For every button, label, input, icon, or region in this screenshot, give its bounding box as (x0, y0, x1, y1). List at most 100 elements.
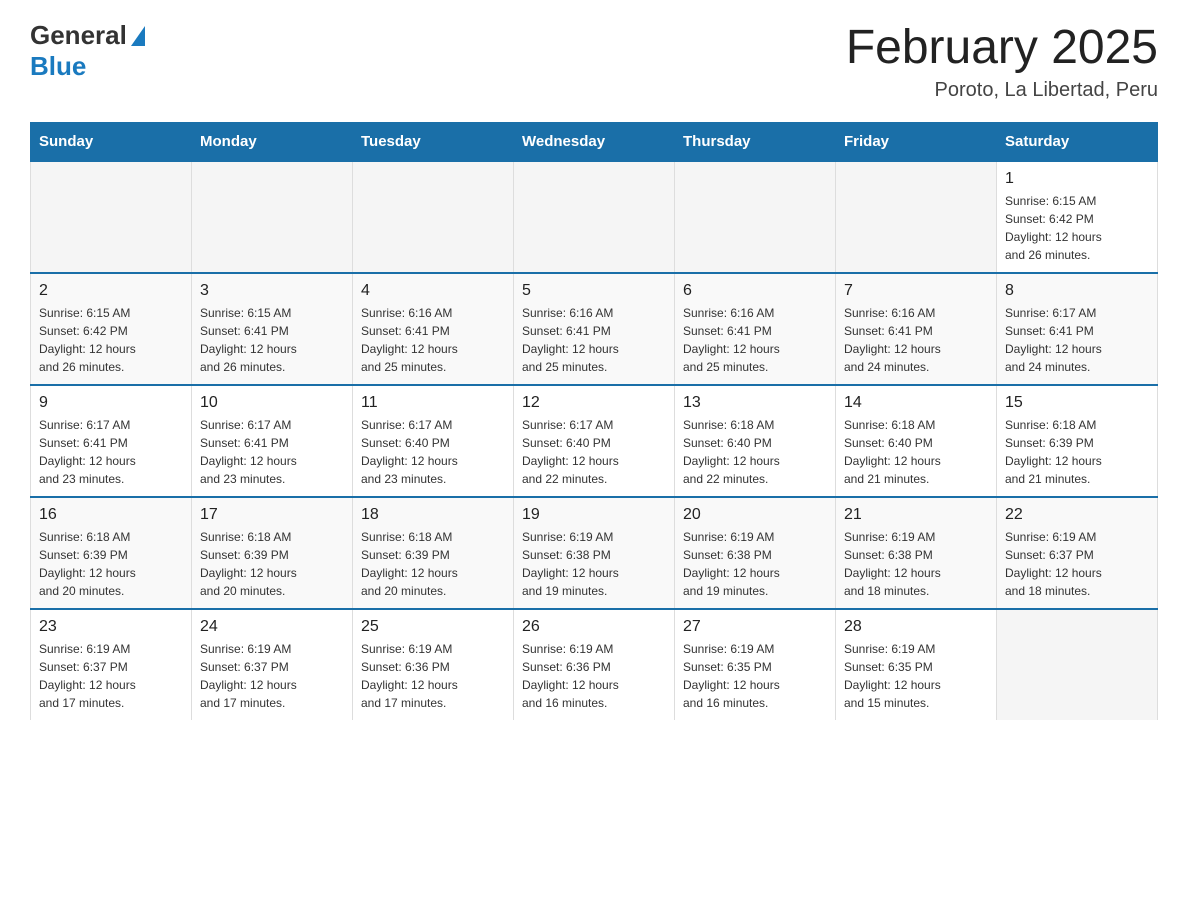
calendar-cell: 6 Sunrise: 6:16 AM Sunset: 6:41 PM Daylig… (675, 273, 836, 385)
day-number: 3 (200, 282, 344, 300)
day-info: Sunrise: 6:15 AM Sunset: 6:41 PM Dayligh… (200, 304, 344, 376)
calendar-cell: 15 Sunrise: 6:18 AM Sunset: 6:39 PM Dayli… (997, 385, 1158, 497)
calendar-cell: 11 Sunrise: 6:17 AM Sunset: 6:40 PM Dayli… (353, 385, 514, 497)
day-number: 8 (1005, 282, 1149, 300)
day-number: 26 (522, 618, 666, 636)
day-number: 11 (361, 394, 505, 412)
weekday-header-friday: Friday (836, 123, 997, 162)
day-info: Sunrise: 6:15 AM Sunset: 6:42 PM Dayligh… (39, 304, 183, 376)
title-section: February 2025 Poroto, La Libertad, Peru (846, 20, 1158, 102)
calendar-week-row: 1Sunrise: 6:15 AM Sunset: 6:42 PM Daylig… (31, 161, 1158, 273)
weekday-header-monday: Monday (192, 123, 353, 162)
day-info: Sunrise: 6:19 AM Sunset: 6:37 PM Dayligh… (1005, 528, 1149, 600)
calendar-cell (353, 161, 514, 273)
logo: General Blue (30, 20, 147, 82)
day-info: Sunrise: 6:17 AM Sunset: 6:40 PM Dayligh… (361, 416, 505, 488)
day-number: 14 (844, 394, 988, 412)
day-number: 28 (844, 618, 988, 636)
calendar-cell: 14 Sunrise: 6:18 AM Sunset: 6:40 PM Dayli… (836, 385, 997, 497)
day-info: Sunrise: 6:17 AM Sunset: 6:41 PM Dayligh… (39, 416, 183, 488)
calendar-cell: 13 Sunrise: 6:18 AM Sunset: 6:40 PM Dayli… (675, 385, 836, 497)
calendar-cell: 7Sunrise: 6:16 AM Sunset: 6:41 PM Daylig… (836, 273, 997, 385)
day-info: Sunrise: 6:19 AM Sunset: 6:36 PM Dayligh… (522, 640, 666, 712)
weekday-header-wednesday: Wednesday (514, 123, 675, 162)
calendar-cell (31, 161, 192, 273)
page-header: General Blue February 2025 Poroto, La Li… (30, 20, 1158, 102)
day-info: Sunrise: 6:18 AM Sunset: 6:40 PM Dayligh… (683, 416, 827, 488)
logo-triangle-icon (131, 26, 145, 46)
weekday-header-saturday: Saturday (997, 123, 1158, 162)
day-number: 17 (200, 506, 344, 524)
day-number: 19 (522, 506, 666, 524)
calendar-cell (514, 161, 675, 273)
calendar-cell (192, 161, 353, 273)
day-number: 18 (361, 506, 505, 524)
calendar-cell: 26 Sunrise: 6:19 AM Sunset: 6:36 PM Dayli… (514, 609, 675, 720)
day-info: Sunrise: 6:19 AM Sunset: 6:38 PM Dayligh… (683, 528, 827, 600)
day-number: 15 (1005, 394, 1149, 412)
day-info: Sunrise: 6:19 AM Sunset: 6:38 PM Dayligh… (844, 528, 988, 600)
day-info: Sunrise: 6:19 AM Sunset: 6:36 PM Dayligh… (361, 640, 505, 712)
day-number: 20 (683, 506, 827, 524)
day-number: 24 (200, 618, 344, 636)
day-number: 6 (683, 282, 827, 300)
calendar-cell: 2 Sunrise: 6:15 AM Sunset: 6:42 PM Daylig… (31, 273, 192, 385)
month-title: February 2025 (846, 20, 1158, 75)
calendar-cell: 18 Sunrise: 6:18 AM Sunset: 6:39 PM Dayli… (353, 497, 514, 609)
day-info: Sunrise: 6:18 AM Sunset: 6:39 PM Dayligh… (1005, 416, 1149, 488)
calendar-cell: 17 Sunrise: 6:18 AM Sunset: 6:39 PM Dayli… (192, 497, 353, 609)
calendar-cell: 9 Sunrise: 6:17 AM Sunset: 6:41 PM Daylig… (31, 385, 192, 497)
calendar-cell (836, 161, 997, 273)
logo-blue-text: Blue (30, 51, 86, 82)
day-info: Sunrise: 6:18 AM Sunset: 6:39 PM Dayligh… (361, 528, 505, 600)
day-number: 1 (1005, 170, 1149, 188)
day-number: 25 (361, 618, 505, 636)
calendar-cell: 1Sunrise: 6:15 AM Sunset: 6:42 PM Daylig… (997, 161, 1158, 273)
day-info: Sunrise: 6:17 AM Sunset: 6:41 PM Dayligh… (200, 416, 344, 488)
calendar-cell: 16Sunrise: 6:18 AM Sunset: 6:39 PM Dayli… (31, 497, 192, 609)
day-number: 27 (683, 618, 827, 636)
calendar-table: SundayMondayTuesdayWednesdayThursdayFrid… (30, 122, 1158, 720)
day-info: Sunrise: 6:19 AM Sunset: 6:37 PM Dayligh… (39, 640, 183, 712)
day-number: 9 (39, 394, 183, 412)
day-info: Sunrise: 6:16 AM Sunset: 6:41 PM Dayligh… (522, 304, 666, 376)
day-info: Sunrise: 6:17 AM Sunset: 6:40 PM Dayligh… (522, 416, 666, 488)
day-number: 23 (39, 618, 183, 636)
calendar-cell: 25 Sunrise: 6:19 AM Sunset: 6:36 PM Dayli… (353, 609, 514, 720)
day-info: Sunrise: 6:16 AM Sunset: 6:41 PM Dayligh… (844, 304, 988, 376)
logo-general-text: General (30, 20, 127, 51)
day-info: Sunrise: 6:16 AM Sunset: 6:41 PM Dayligh… (683, 304, 827, 376)
day-number: 2 (39, 282, 183, 300)
calendar-cell: 22Sunrise: 6:19 AM Sunset: 6:37 PM Dayli… (997, 497, 1158, 609)
calendar-cell: 4 Sunrise: 6:16 AM Sunset: 6:41 PM Daylig… (353, 273, 514, 385)
calendar-cell: 5 Sunrise: 6:16 AM Sunset: 6:41 PM Daylig… (514, 273, 675, 385)
day-number: 16 (39, 506, 183, 524)
day-number: 5 (522, 282, 666, 300)
weekday-header-sunday: Sunday (31, 123, 192, 162)
day-number: 21 (844, 506, 988, 524)
calendar-cell: 28 Sunrise: 6:19 AM Sunset: 6:35 PM Dayli… (836, 609, 997, 720)
calendar-cell (997, 609, 1158, 720)
day-info: Sunrise: 6:19 AM Sunset: 6:37 PM Dayligh… (200, 640, 344, 712)
day-info: Sunrise: 6:18 AM Sunset: 6:40 PM Dayligh… (844, 416, 988, 488)
day-info: Sunrise: 6:19 AM Sunset: 6:35 PM Dayligh… (844, 640, 988, 712)
calendar-cell: 10 Sunrise: 6:17 AM Sunset: 6:41 PM Dayli… (192, 385, 353, 497)
day-number: 13 (683, 394, 827, 412)
weekday-header-row: SundayMondayTuesdayWednesdayThursdayFrid… (31, 123, 1158, 162)
day-number: 4 (361, 282, 505, 300)
calendar-cell: 8Sunrise: 6:17 AM Sunset: 6:41 PM Daylig… (997, 273, 1158, 385)
calendar-cell: 24 Sunrise: 6:19 AM Sunset: 6:37 PM Dayli… (192, 609, 353, 720)
day-number: 12 (522, 394, 666, 412)
day-info: Sunrise: 6:19 AM Sunset: 6:35 PM Dayligh… (683, 640, 827, 712)
calendar-week-row: 2 Sunrise: 6:15 AM Sunset: 6:42 PM Daylig… (31, 273, 1158, 385)
calendar-cell: 12 Sunrise: 6:17 AM Sunset: 6:40 PM Dayli… (514, 385, 675, 497)
calendar-cell: 27 Sunrise: 6:19 AM Sunset: 6:35 PM Dayli… (675, 609, 836, 720)
day-info: Sunrise: 6:19 AM Sunset: 6:38 PM Dayligh… (522, 528, 666, 600)
location-text: Poroto, La Libertad, Peru (846, 79, 1158, 102)
day-info: Sunrise: 6:18 AM Sunset: 6:39 PM Dayligh… (200, 528, 344, 600)
day-number: 10 (200, 394, 344, 412)
calendar-week-row: 16 Sunrise: 6:18 AM Sunset: 6:39 PM Dayli… (31, 497, 1158, 609)
calendar-week-row: 9 Sunrise: 6:17 AM Sunset: 6:41 PM Daylig… (31, 385, 1158, 497)
day-info: Sunrise: 6:16 AM Sunset: 6:41 PM Dayligh… (361, 304, 505, 376)
calendar-cell: 3 Sunrise: 6:15 AM Sunset: 6:41 PM Daylig… (192, 273, 353, 385)
